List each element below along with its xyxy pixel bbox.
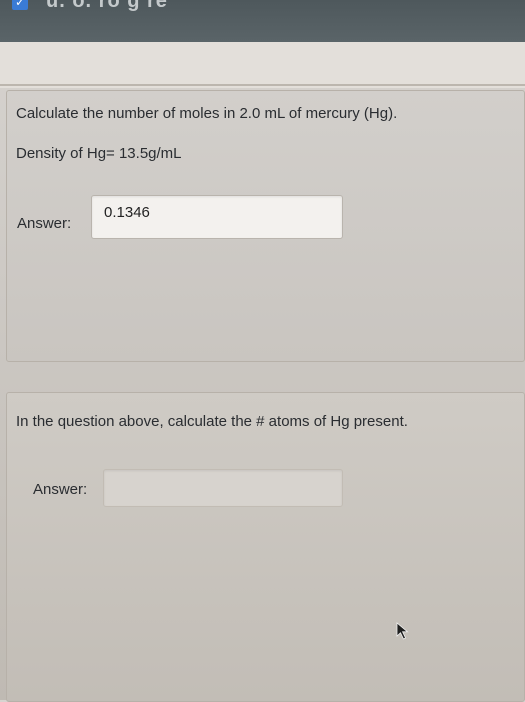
question-panel-2: In the question above, calculate the # a… [6,392,525,702]
answer-input-2[interactable] [103,469,343,507]
question-2-text: In the question above, calculate the # a… [16,413,408,430]
partial-page-title: u. o. ro g re [46,0,168,12]
divider [0,84,525,86]
checkbox-icon[interactable]: ✓ [12,0,28,10]
answer-input-1[interactable]: 0.1346 [91,195,343,239]
answer-label-2: Answer: [33,481,88,498]
top-toolbar: ✓ u. o. ro g re [0,0,525,42]
question-panel-1: Calculate the number of moles in 2.0 mL … [6,90,525,362]
header-band [0,42,525,88]
density-text: Density of Hg= 13.5g/mL [16,145,182,162]
mouse-pointer-icon [396,622,409,640]
answer-label-1: Answer: [17,215,72,232]
question-1-text: Calculate the number of moles in 2.0 mL … [16,105,398,122]
